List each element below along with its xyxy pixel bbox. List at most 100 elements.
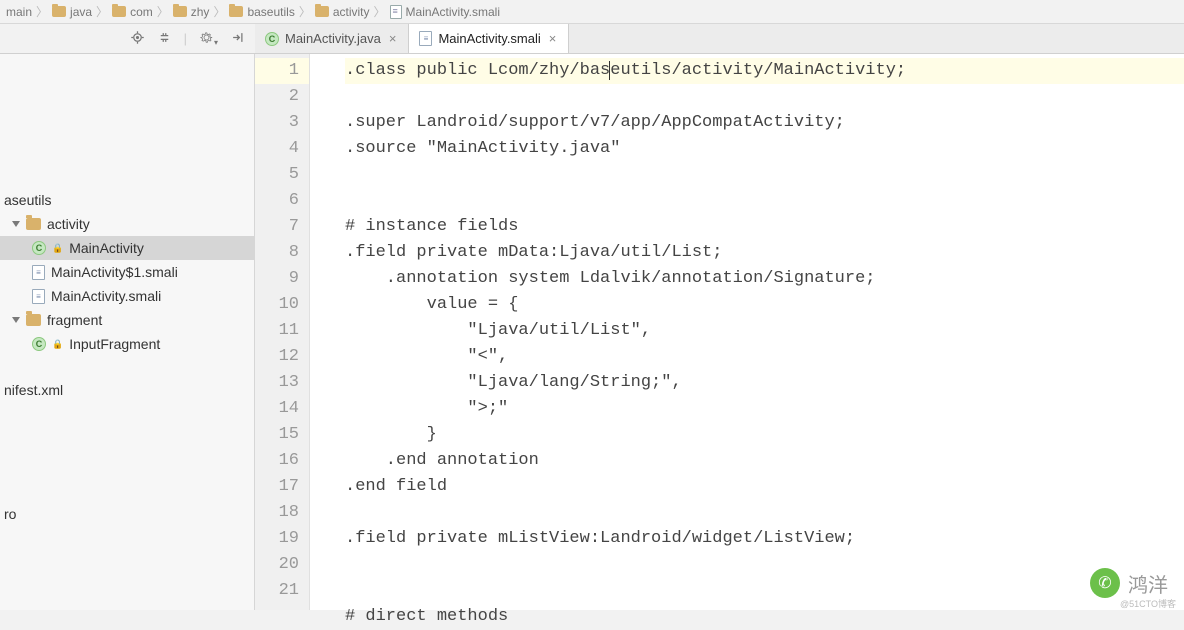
line-number: 21 — [255, 578, 299, 604]
tree-folder-activity[interactable]: activity — [0, 212, 254, 236]
code-editor[interactable]: 1 2 3 4 5 6 7 8 9 10 11 12 13 14 15 16 1… — [255, 54, 1184, 610]
main-area: aseutils activity C 🔒 MainActivity ≡ Mai… — [0, 54, 1184, 610]
class-icon: C — [32, 337, 46, 351]
breadcrumb-separator: 〉 — [299, 3, 311, 20]
line-number: 3 — [255, 110, 299, 136]
tree-label: ro — [4, 506, 16, 522]
line-gutter: 1 2 3 4 5 6 7 8 9 10 11 12 13 14 15 16 1… — [255, 54, 310, 610]
tree-item-ro[interactable]: ro — [0, 502, 254, 526]
collapse-icon[interactable] — [157, 30, 172, 48]
line-number: 14 — [255, 396, 299, 422]
code-line: "Ljava/lang/String;", — [345, 373, 682, 392]
package-icon — [112, 6, 126, 17]
line-number: 15 — [255, 422, 299, 448]
code-line: .end annotation — [345, 451, 539, 470]
close-icon[interactable]: × — [387, 31, 399, 46]
breadcrumb-label: activity — [333, 5, 370, 19]
line-number: 7 — [255, 214, 299, 240]
breadcrumb-label: main — [6, 5, 32, 19]
line-number: 19 — [255, 526, 299, 552]
tree-folder-baseutils[interactable]: aseutils — [0, 188, 254, 212]
tree-label: nifest.xml — [4, 382, 63, 398]
tree-file-inputfragment[interactable]: C 🔒 InputFragment — [0, 332, 254, 356]
tab-mainactivity-java[interactable]: C MainActivity.java × — [255, 24, 409, 53]
file-icon: ≡ — [419, 31, 432, 46]
class-icon: C — [265, 32, 279, 46]
breadcrumb-separator: 〉 — [96, 3, 108, 20]
code-line: "<", — [345, 347, 508, 366]
tree-label: MainActivity.smali — [51, 288, 161, 304]
expand-icon[interactable] — [12, 317, 20, 323]
code-line: .super Landroid/support/v7/app/AppCompat… — [345, 113, 845, 132]
package-icon — [229, 6, 243, 17]
code-line: .class public Lcom/zhy/baseutils/activit… — [345, 58, 1184, 84]
file-icon: ≡ — [32, 289, 45, 304]
tab-mainactivity-smali[interactable]: ≡ MainActivity.smali × — [409, 24, 569, 53]
locate-icon[interactable] — [130, 30, 145, 48]
package-icon — [173, 6, 187, 17]
breadcrumb-item[interactable]: main — [6, 5, 32, 19]
line-number: 20 — [255, 552, 299, 578]
breadcrumb-item[interactable]: java — [52, 5, 92, 19]
divider: | — [184, 31, 187, 46]
project-tool-buttons: | ▾ — [0, 24, 255, 53]
gear-icon[interactable]: ▾ — [199, 30, 218, 48]
code-line: .annotation system Ldalvik/annotation/Si… — [345, 269, 876, 288]
line-number: 1 — [255, 58, 309, 84]
watermark-small: @51CTO博客 — [1120, 597, 1176, 610]
tree-file-mainactivity[interactable]: C 🔒 MainActivity — [0, 236, 254, 260]
code-line: value = { — [345, 295, 518, 314]
line-number: 13 — [255, 370, 299, 396]
tree-label: fragment — [47, 312, 102, 328]
code-line: .field private mData:Ljava/util/List; — [345, 243, 722, 262]
breadcrumb-label: java — [70, 5, 92, 19]
tree-label: activity — [47, 216, 90, 232]
breadcrumb-item[interactable]: activity — [315, 5, 370, 19]
line-number: 17 — [255, 474, 299, 500]
line-number: 4 — [255, 136, 299, 162]
breadcrumb-separator: 〉 — [374, 3, 386, 20]
breadcrumb-item[interactable]: com — [112, 5, 153, 19]
breadcrumb-item[interactable]: MainActivity.smali — [390, 5, 500, 19]
tree-file-manifest[interactable]: nifest.xml — [0, 378, 254, 402]
breadcrumb-bar: main 〉 java 〉 com 〉 zhy 〉 baseutils 〉 ac… — [0, 0, 1184, 24]
tree-label: MainActivity — [69, 240, 144, 256]
tree-file-mainactivity-smali[interactable]: ≡ MainActivity.smali — [0, 284, 254, 308]
code-line: } — [345, 425, 437, 444]
line-number: 8 — [255, 240, 299, 266]
close-icon[interactable]: × — [547, 31, 559, 46]
line-number: 9 — [255, 266, 299, 292]
hide-icon[interactable] — [230, 30, 245, 48]
file-icon: ≡ — [32, 265, 45, 280]
watermark: ✆ 鸿洋 — [1090, 568, 1168, 598]
line-number: 2 — [255, 84, 299, 110]
line-number: 12 — [255, 344, 299, 370]
line-number: 5 — [255, 162, 299, 188]
tree-label: InputFragment — [69, 336, 160, 352]
tree-file-mainactivity1-smali[interactable]: ≡ MainActivity$1.smali — [0, 260, 254, 284]
breadcrumb-label: baseutils — [247, 5, 294, 19]
folder-icon — [26, 218, 41, 230]
code-content[interactable]: .class public Lcom/zhy/baseutils/activit… — [310, 54, 1184, 610]
breadcrumb-label: com — [130, 5, 153, 19]
tab-label: MainActivity.java — [285, 31, 381, 46]
tab-label: MainActivity.smali — [438, 31, 540, 46]
line-number: 6 — [255, 188, 299, 214]
breadcrumb-label: zhy — [191, 5, 210, 19]
tree-folder-fragment[interactable]: fragment — [0, 308, 254, 332]
toolbar-row: | ▾ C MainActivity.java × ≡ MainActivity… — [0, 24, 1184, 54]
tree-label: MainActivity$1.smali — [51, 264, 178, 280]
breadcrumb-separator: 〉 — [157, 3, 169, 20]
breadcrumb-item[interactable]: zhy — [173, 5, 210, 19]
editor-tabs: C MainActivity.java × ≡ MainActivity.sma… — [255, 24, 1184, 53]
breadcrumb-item[interactable]: baseutils — [229, 5, 294, 19]
code-line: ">;" — [345, 399, 508, 418]
code-line: "Ljava/util/List", — [345, 321, 651, 340]
wechat-icon: ✆ — [1090, 568, 1120, 598]
expand-icon[interactable] — [12, 221, 20, 227]
file-icon — [390, 5, 402, 19]
breadcrumb-separator: 〉 — [36, 3, 48, 20]
code-line: .end field — [345, 477, 447, 496]
project-tree: aseutils activity C 🔒 MainActivity ≡ Mai… — [0, 54, 255, 610]
code-line: # instance fields — [345, 217, 518, 236]
